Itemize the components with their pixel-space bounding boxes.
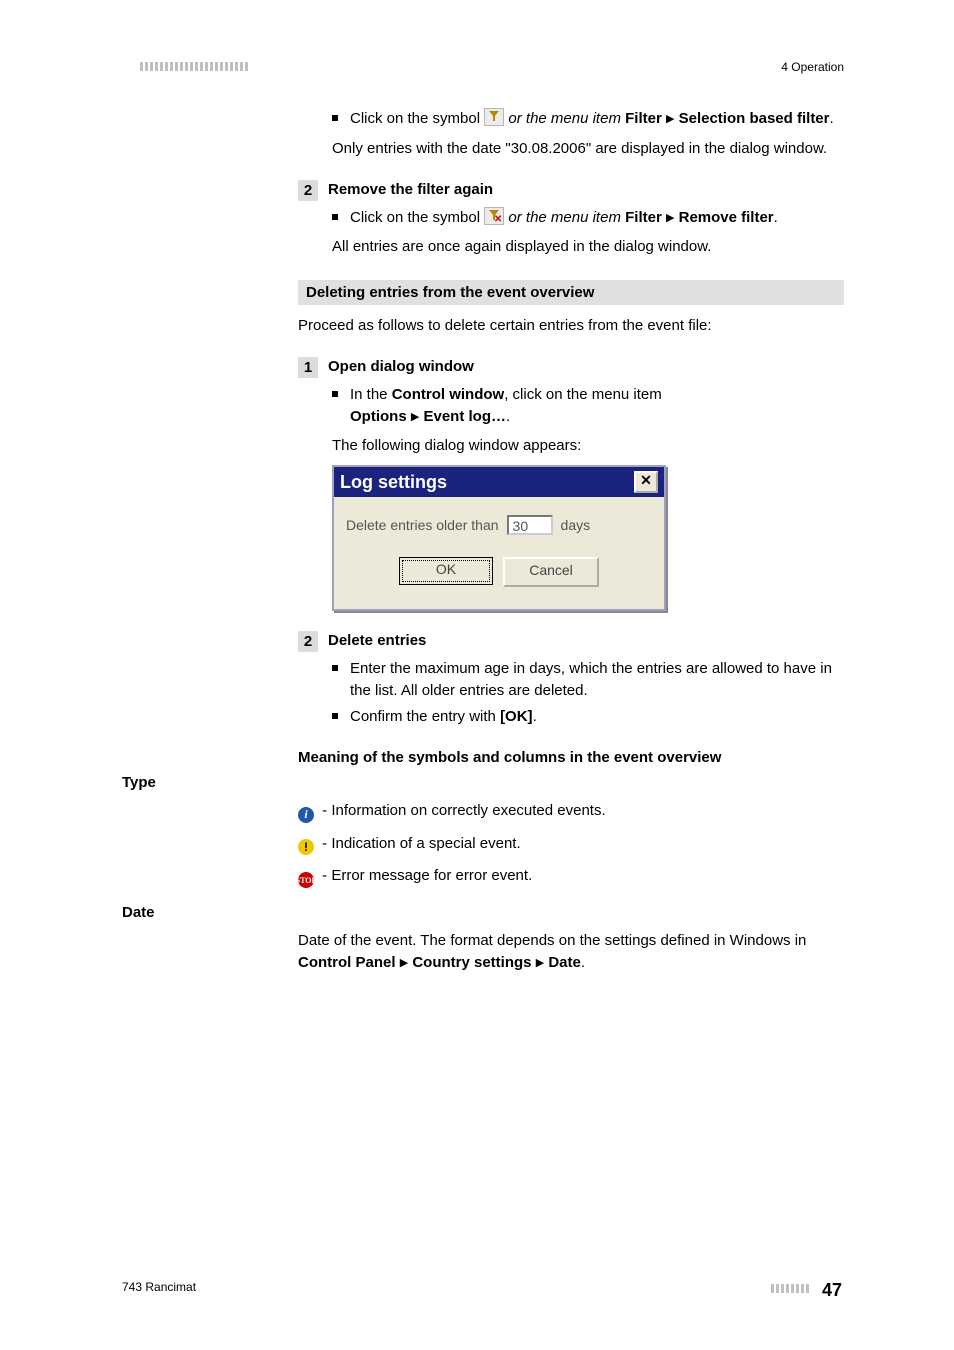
- step-number: 2: [298, 631, 318, 652]
- warning-icon: !: [298, 839, 314, 855]
- remove-filter-result: All entries are once again displayed in …: [332, 236, 844, 258]
- filter-funnel-icon: [484, 108, 504, 126]
- section-meaning-symbols: Meaning of the symbols and columns in th…: [298, 749, 844, 766]
- dialog-title-text: Log settings: [340, 472, 447, 493]
- header-section-label: 4 Operation: [781, 60, 844, 74]
- log-settings-dialog: Log settings ✕ Delete entries older than…: [332, 465, 666, 611]
- footer-product-name: 743 Rancimat: [122, 1280, 196, 1294]
- delete-intro: Proceed as follows to delete certain ent…: [298, 315, 844, 337]
- ok-button[interactable]: OK: [399, 557, 493, 585]
- cancel-button[interactable]: Cancel: [503, 557, 599, 587]
- header-decoration: [140, 62, 248, 71]
- open-dialog-bullet: In the Control window, click on the menu…: [350, 384, 844, 428]
- page-header: 4 Operation: [0, 60, 954, 80]
- symbol-error-row: STOP - Error message for error event.: [298, 867, 844, 889]
- delete-entries-bullet-2: Confirm the entry with [OK].: [350, 706, 844, 728]
- days-input[interactable]: 30: [507, 515, 553, 535]
- step-number: 1: [298, 357, 318, 378]
- date-description: Date of the event. The format depends on…: [298, 904, 844, 974]
- open-dialog-result: The following dialog window appears:: [332, 435, 844, 457]
- date-label: Date: [122, 904, 155, 921]
- step-number: 2: [298, 180, 318, 201]
- info-icon: i: [298, 807, 314, 823]
- dialog-titlebar: Log settings ✕: [334, 467, 664, 497]
- step-title-open-dialog: Open dialog window: [328, 357, 474, 375]
- remove-filter-icon: ✕: [484, 207, 504, 225]
- section-delete-entries: Deleting entries from the event overview: [298, 280, 844, 305]
- filter-selection-result: Only entries with the date "30.08.2006" …: [332, 138, 844, 160]
- delete-entries-bullet-1: Enter the maximum age in days, which the…: [350, 658, 844, 702]
- remove-filter-bullet: Click on the symbol ✕ or the menu item F…: [350, 207, 844, 229]
- error-icon: STOP: [298, 872, 314, 888]
- symbol-warn-row: ! - Indication of a special event.: [298, 835, 844, 855]
- days-unit: days: [561, 517, 591, 533]
- page-number: 47: [822, 1280, 842, 1301]
- step-title-delete-entries: Delete entries: [328, 631, 426, 649]
- footer-decoration: [771, 1284, 809, 1293]
- symbol-info-row: i - Information on correctly executed ev…: [298, 802, 844, 823]
- step-title-remove-filter: Remove the filter again: [328, 180, 493, 198]
- page-footer: 743 Rancimat 47: [0, 1280, 954, 1300]
- delete-older-than-label: Delete entries older than: [346, 517, 499, 533]
- dialog-close-button[interactable]: ✕: [634, 471, 658, 493]
- filter-selection-bullet: Click on the symbol or the menu item Fil…: [350, 108, 844, 130]
- type-label: Type: [122, 774, 156, 791]
